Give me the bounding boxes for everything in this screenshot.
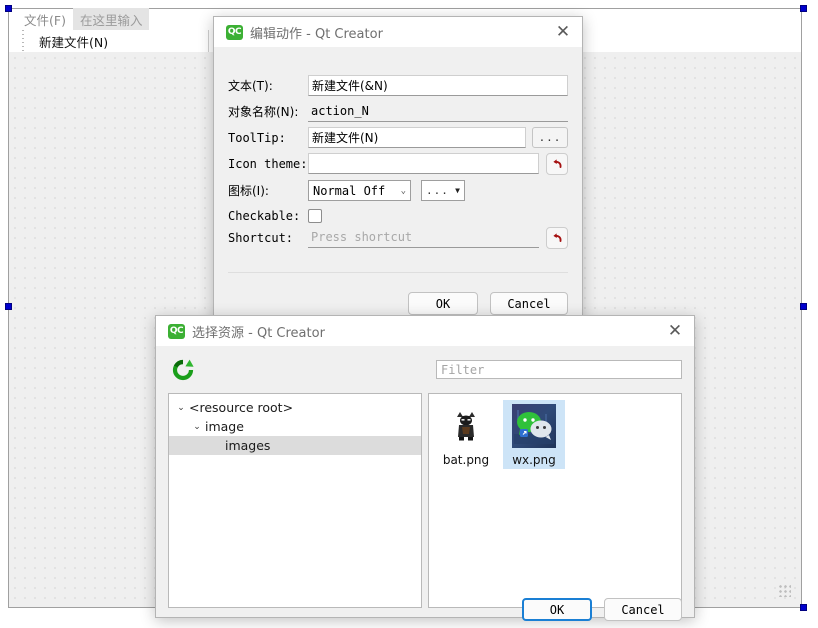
- form-size-grip[interactable]: [778, 584, 791, 597]
- icon-theme-input[interactable]: [308, 153, 539, 174]
- file-item-wx[interactable]: wx.png: [503, 400, 565, 469]
- close-icon[interactable]: ✕: [550, 19, 576, 45]
- shortcut-input[interactable]: Press shortcut: [308, 227, 539, 248]
- tooltip-input[interactable]: 新建文件(N): [308, 127, 526, 148]
- shortcut-field-label: Shortcut:: [228, 230, 294, 245]
- resource-tree-panel[interactable]: ⌄ <resource root> ⌄ image images: [168, 393, 422, 608]
- qt-creator-logo-icon: QC: [226, 24, 243, 40]
- bat-figure-icon: [457, 412, 475, 441]
- selection-handle-middle-right[interactable]: [800, 303, 807, 310]
- icon-theme-field-label: Icon theme:: [228, 156, 308, 171]
- tree-item-label: <resource root>: [189, 400, 294, 415]
- edit-action-buttonbox: OK Cancel: [214, 292, 568, 315]
- tree-item-image[interactable]: ⌄ image: [169, 417, 421, 436]
- row-checkable: Checkable:: [228, 205, 568, 226]
- caret-down-icon: ▼: [455, 186, 460, 195]
- checkable-field-label: Checkable:: [228, 208, 301, 223]
- object-name-input[interactable]: action_N: [308, 101, 568, 122]
- row-text: 文本(T): 新建文件(&N): [228, 75, 568, 96]
- shortcut-reset-button[interactable]: [546, 226, 568, 249]
- dialog-separator: [228, 272, 568, 273]
- refresh-button[interactable]: [171, 358, 195, 382]
- row-icon: 图标(I): Normal Off ⌄ ... ▼: [228, 180, 568, 201]
- cancel-button[interactable]: Cancel: [604, 598, 682, 621]
- selection-handle-top-right[interactable]: [800, 5, 807, 12]
- icon-field-label: 图标(I):: [228, 184, 269, 198]
- tooltip-browse-button[interactable]: ...: [532, 127, 568, 148]
- file-name-label: bat.png: [442, 453, 490, 467]
- choose-resource-dialog[interactable]: QC 选择资源 - Qt Creator ✕ Filter ⌄ <resourc…: [155, 315, 695, 621]
- file-item-bat[interactable]: bat.png: [435, 400, 497, 469]
- edit-action-titlebar[interactable]: QC 编辑动作 - Qt Creator ✕: [214, 17, 582, 47]
- object-name-field-label: 对象名称(N):: [228, 105, 299, 119]
- chevron-down-icon: ⌄: [400, 185, 406, 196]
- row-icon-theme: Icon theme:: [228, 152, 568, 175]
- undo-arrow-icon: [552, 233, 562, 242]
- choose-resource-buttonbox: OK Cancel: [522, 598, 682, 621]
- row-object-name: 对象名称(N): action_N: [228, 101, 568, 122]
- row-tooltip: ToolTip: 新建文件(N) ...: [228, 127, 568, 148]
- chevron-down-icon[interactable]: ⌄: [173, 403, 189, 413]
- close-icon[interactable]: ✕: [662, 318, 688, 344]
- icon-browse-dropdown-button[interactable]: ... ▼: [421, 180, 465, 201]
- ok-button[interactable]: OK: [522, 598, 592, 621]
- menubar-item-file[interactable]: 文件(F): [17, 8, 73, 31]
- choose-resource-titlebar[interactable]: QC 选择资源 - Qt Creator ✕: [156, 316, 694, 346]
- checkable-checkbox[interactable]: [308, 208, 322, 223]
- menubar-item-type-here[interactable]: 在这里输入: [72, 8, 150, 31]
- edit-action-title: 编辑动作 - Qt Creator: [250, 26, 383, 42]
- choose-resource-title: 选择资源 - Qt Creator: [192, 325, 325, 341]
- row-shortcut: Shortcut: Press shortcut: [228, 226, 568, 249]
- selection-handle-top-left[interactable]: [5, 5, 12, 12]
- menu-item-new-file[interactable]: 新建文件(N): [29, 32, 108, 51]
- wechat-logo-icon: [512, 404, 556, 448]
- tree-item-label: images: [225, 438, 271, 453]
- qt-creator-logo-icon: QC: [168, 323, 185, 339]
- selection-handle-middle-left[interactable]: [5, 303, 12, 310]
- file-name-label: wx.png: [512, 453, 556, 467]
- wechat-thumbnail-icon: [511, 403, 557, 449]
- bat-thumbnail-icon: [443, 403, 489, 449]
- menu-popup-gutter: [17, 30, 29, 52]
- icon-browse-label: ...: [426, 184, 449, 197]
- chevron-down-icon[interactable]: ⌄: [189, 422, 205, 432]
- cancel-button[interactable]: Cancel: [490, 292, 568, 315]
- text-field-label: 文本(T):: [228, 79, 273, 93]
- undo-arrow-icon: [552, 159, 562, 168]
- tree-item-images[interactable]: images: [169, 436, 421, 455]
- text-input[interactable]: 新建文件(&N): [308, 75, 568, 96]
- selection-handle-bottom-right[interactable]: [800, 604, 807, 611]
- choose-resource-body: Filter ⌄ <resource root> ⌄ image images: [156, 346, 694, 621]
- icon-theme-reset-button[interactable]: [546, 152, 568, 175]
- tree-item-label: image: [205, 419, 244, 434]
- tooltip-field-label: ToolTip:: [228, 130, 286, 145]
- tree-item-resource-root[interactable]: ⌄ <resource root>: [169, 398, 421, 417]
- menu-popup-file[interactable]: 新建文件(N): [17, 30, 209, 52]
- refresh-icon: [172, 359, 194, 381]
- resource-file-panel[interactable]: bat.png wx.png: [428, 393, 682, 608]
- edit-action-dialog[interactable]: QC 编辑动作 - Qt Creator ✕ 文本(T): 新建文件(&N) 对…: [213, 16, 583, 322]
- edit-action-body: 文本(T): 新建文件(&N) 对象名称(N): action_N ToolTi…: [214, 47, 582, 321]
- filter-input[interactable]: Filter: [436, 360, 682, 379]
- icon-state-combobox[interactable]: Normal Off ⌄: [308, 180, 411, 201]
- ok-button[interactable]: OK: [408, 292, 478, 315]
- icon-state-value: Normal Off: [313, 183, 386, 198]
